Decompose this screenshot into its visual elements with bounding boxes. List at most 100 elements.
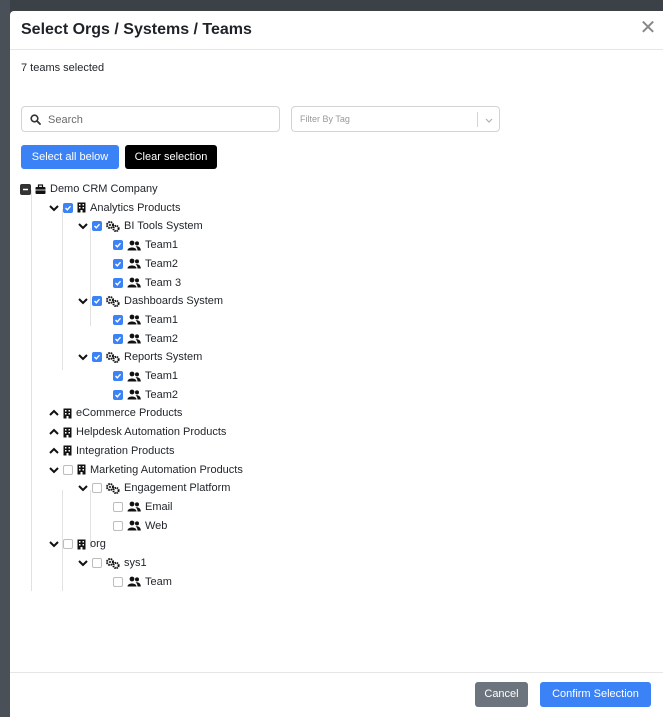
tree-node-system[interactable]: BI Tools System (77, 217, 203, 235)
search-field[interactable] (21, 106, 280, 132)
checkbox[interactable] (92, 352, 102, 363)
checkbox[interactable] (113, 576, 123, 587)
filter-separator (477, 112, 478, 127)
chevron-down-icon[interactable] (77, 557, 89, 569)
tree-node-company[interactable]: Demo CRM Company (20, 180, 158, 198)
tree-node-label: Web (145, 519, 168, 532)
checkbox[interactable] (20, 183, 31, 195)
tree-node-label: Team1 (145, 239, 179, 252)
users-icon (127, 371, 141, 381)
clear-selection-button[interactable]: Clear selection (125, 145, 217, 169)
tree-node-team[interactable]: Team2 (113, 386, 178, 404)
cogs-icon (106, 351, 120, 363)
tree-node-label: Team2 (145, 388, 179, 401)
modal-backdrop (0, 0, 10, 717)
tree-node-label: Demo CRM Company (50, 183, 158, 195)
tree-node-team[interactable]: Team2 (113, 330, 178, 348)
cogs-icon (106, 295, 120, 307)
tree-node-label: eCommerce Products (76, 407, 183, 420)
checkbox[interactable] (113, 240, 123, 251)
chevron-up-icon[interactable] (48, 426, 60, 438)
chevron-down-icon[interactable] (77, 220, 89, 232)
checkbox[interactable] (92, 221, 102, 232)
chevron-down-icon[interactable] (77, 295, 89, 307)
selection-count: 7 teams selected (21, 62, 105, 74)
search-icon (30, 114, 41, 125)
tree-node-team[interactable]: Web (113, 517, 167, 535)
tree-node-team[interactable]: Email (113, 498, 173, 516)
select-all-button[interactable]: Select all below (21, 145, 119, 169)
checkbox[interactable] (113, 277, 123, 288)
tree-node-org[interactable]: eCommerce Products (48, 404, 182, 422)
tree-node-label: Helpdesk Automation Products (76, 426, 227, 439)
checkbox[interactable] (63, 464, 73, 475)
tree-node-org[interactable]: Helpdesk Automation Products (48, 423, 226, 441)
chevron-down-icon[interactable] (48, 464, 60, 476)
tree-guide-line (31, 190, 32, 591)
close-icon[interactable]: ✕ (639, 18, 657, 38)
tree-node-label: Marketing Automation Products (90, 463, 243, 476)
users-icon (127, 520, 141, 531)
checkbox[interactable] (92, 483, 102, 494)
chevron-down-icon[interactable] (483, 114, 495, 126)
tree-node-label: sys1 (124, 557, 147, 569)
checkbox[interactable] (113, 520, 123, 531)
filter-placeholder: Filter By Tag (300, 114, 350, 124)
users-icon (127, 277, 141, 288)
cancel-button[interactable]: Cancel (475, 682, 528, 707)
tree-node-label: Engagement Platform (124, 482, 231, 495)
users-icon (127, 389, 141, 400)
users-icon (127, 501, 141, 512)
tree-node-system[interactable]: Dashboards System (77, 292, 223, 310)
tree-node-team[interactable]: Team1 (113, 367, 178, 385)
checkbox[interactable] (113, 333, 123, 344)
users-icon (127, 314, 141, 325)
chevron-down-icon[interactable] (48, 202, 60, 214)
checkbox[interactable] (63, 202, 73, 213)
users-icon (127, 240, 141, 251)
tree-node-team[interactable]: Team1 (113, 311, 178, 329)
tree-node-team[interactable]: Team 3 (113, 274, 181, 292)
tree-node-org[interactable]: Integration Products (48, 442, 174, 460)
cogs-icon (106, 557, 120, 569)
tree-node-label: Reports System (124, 351, 203, 364)
checkbox[interactable] (92, 558, 102, 568)
tree-node-label: org (90, 538, 106, 551)
tree-node-system[interactable]: Engagement Platform (77, 479, 230, 497)
checkbox[interactable] (113, 501, 123, 512)
chevron-down-icon[interactable] (48, 538, 60, 550)
tree-node-team[interactable]: Team2 (113, 255, 178, 273)
search-input[interactable] (46, 110, 275, 130)
tree-node-team[interactable]: Team (113, 573, 172, 591)
filter-by-tag-select[interactable]: Filter By Tag (291, 106, 500, 132)
confirm-selection-button[interactable]: Confirm Selection (540, 682, 651, 707)
checkbox[interactable] (113, 314, 123, 325)
tree-node-system[interactable]: Reports System (77, 348, 202, 366)
tree-node-org[interactable]: Analytics Products (48, 199, 180, 217)
users-icon (127, 258, 141, 269)
checkbox[interactable] (113, 258, 123, 269)
tree-node-label: Team1 (145, 370, 179, 382)
checkbox[interactable] (63, 539, 73, 550)
tree-node-label: Team2 (145, 332, 179, 345)
chevron-up-icon[interactable] (48, 445, 60, 457)
tree-guide-line (62, 209, 63, 370)
chevron-down-icon[interactable] (77, 482, 89, 494)
tree-node-team[interactable]: Team1 (113, 236, 178, 254)
chevron-up-icon[interactable] (48, 407, 60, 419)
cogs-icon (106, 482, 120, 494)
building-icon (63, 427, 72, 438)
tree-node-label: Email (145, 500, 173, 513)
checkbox[interactable] (113, 371, 123, 381)
tree-node-system[interactable]: sys1 (77, 554, 147, 572)
users-icon (127, 576, 141, 587)
tree-node-org[interactable]: Marketing Automation Products (48, 461, 243, 479)
checkbox[interactable] (92, 296, 102, 307)
building-icon (77, 202, 86, 213)
cogs-icon (106, 220, 120, 232)
tree-node-label: Team (145, 575, 172, 588)
checkbox[interactable] (113, 389, 123, 400)
tree-node-org[interactable]: org (48, 535, 106, 553)
tree-guide-line (90, 228, 91, 326)
chevron-down-icon[interactable] (77, 351, 89, 363)
